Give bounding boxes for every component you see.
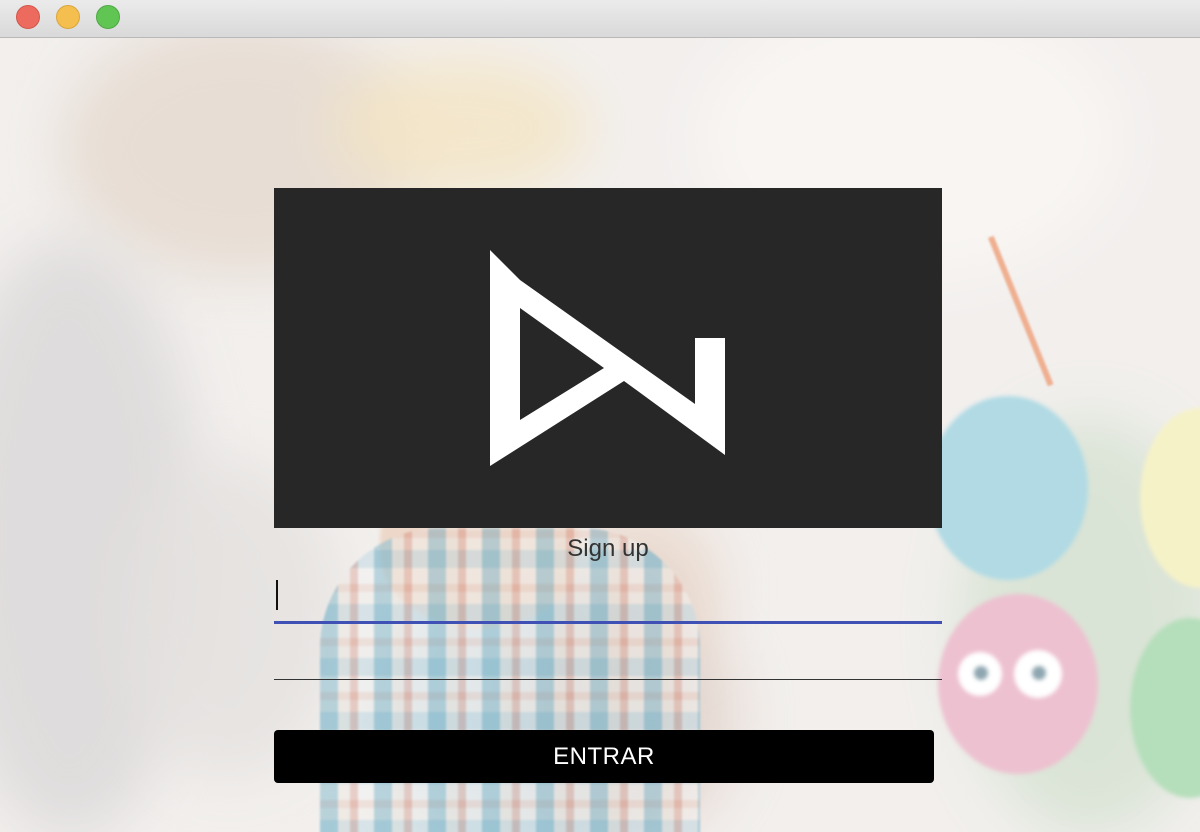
second-text-field[interactable] (274, 632, 942, 680)
login-form: Sign up ENTRAR (274, 188, 942, 783)
title-bar (0, 0, 1200, 38)
first-text-field[interactable] (274, 576, 942, 624)
close-window-button[interactable] (16, 5, 40, 29)
play-n-logo-icon (490, 250, 725, 466)
enter-button[interactable]: ENTRAR (274, 730, 934, 783)
signup-heading: Sign up (567, 535, 649, 562)
text-caret (276, 580, 278, 610)
zoom-window-button[interactable] (96, 5, 120, 29)
app-window: Sign up ENTRAR (0, 0, 1200, 832)
first-input[interactable] (274, 576, 942, 620)
minimize-window-button[interactable] (56, 5, 80, 29)
field-underline (274, 679, 942, 680)
second-input[interactable] (274, 632, 942, 676)
focused-field-underline (274, 621, 942, 624)
logo-panel (274, 188, 942, 528)
